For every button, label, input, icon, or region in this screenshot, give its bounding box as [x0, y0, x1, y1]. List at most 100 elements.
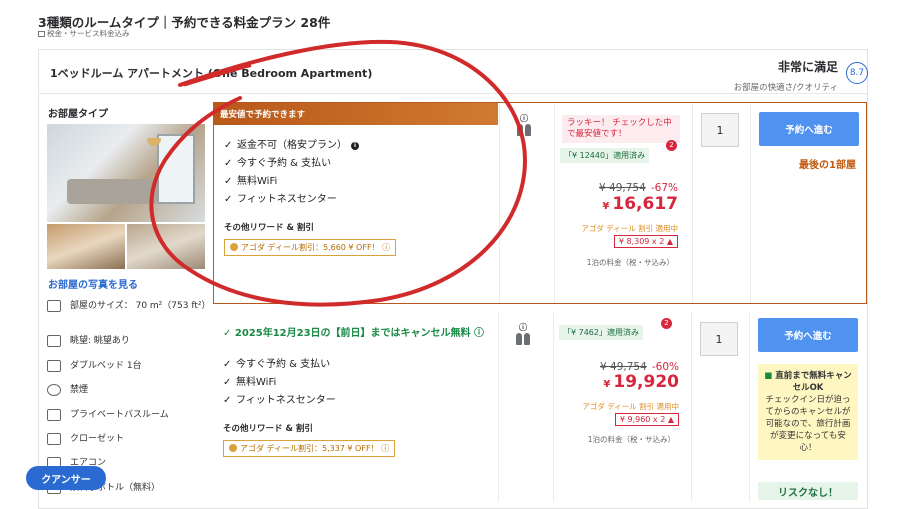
shower-icon: [47, 409, 61, 421]
coin-icon: [229, 444, 237, 452]
room-quantity-select[interactable]: 1: [701, 113, 739, 147]
check-icon: ✓: [224, 176, 233, 187]
info-icon[interactable]: i: [351, 142, 359, 150]
rating-block: 非常に満足 お部屋の快適さ/クオリティ: [734, 58, 838, 94]
feature-item: ✓ フィットネスセンター: [224, 191, 359, 209]
free-cancel-title-text: 直前まで無料キャンセルOK: [775, 371, 852, 393]
room-photo-main[interactable]: [47, 124, 205, 222]
feature-item: ✓ 今すぐ予約 & 支払い: [224, 155, 359, 173]
deal-applied-note: アゴダ ディール 割引 適用中: [581, 224, 678, 233]
room-photo-thumb[interactable]: [47, 224, 125, 269]
coupon-applied[interactable]: 「¥ 12440」適用済み: [560, 148, 650, 163]
concierge-button[interactable]: クアンサー: [26, 466, 106, 490]
free-cancel-body: チェックイン日が迫ってからのキャンセルが可能なので、旅行計画が変更になっても安心…: [765, 395, 851, 453]
original-price-row: ¥ 49,754 -67%: [599, 176, 678, 195]
coupon-count-badge: 2: [666, 140, 677, 151]
tax-note-text: 税金・サービス料金込み: [47, 29, 130, 38]
price-split: ¥ 9,960 x 2 ▲: [614, 413, 679, 426]
sofa-shape: [67, 179, 157, 204]
price-value: 19,920: [613, 372, 679, 392]
coupon-count-badge: 2: [661, 318, 672, 329]
feature-item: ✓ 無料WiFi: [223, 374, 336, 392]
feature-label: フィットネスセンター: [237, 194, 337, 205]
reward-title: その他リワード & 割引: [223, 424, 313, 434]
room-photo-thumb[interactable]: [127, 224, 205, 269]
yen-symbol: ¥: [602, 201, 610, 212]
room-name: 1ベッドルーム アパートメント (One Bedroom Apartment): [50, 67, 373, 80]
room-type-title: お部屋タイプ: [48, 109, 108, 120]
coupon-applied[interactable]: 「¥ 7462」適用済み: [559, 325, 643, 340]
feature-item: ✓ フィットネスセンター: [223, 392, 336, 410]
tax-note: 税金・サービス料金込み: [38, 28, 130, 39]
bed-icon: [47, 360, 61, 372]
amenity-item: プライベートバスルーム: [47, 409, 207, 421]
yen-symbol: ¥: [603, 379, 611, 390]
column-divider: [692, 103, 693, 303]
reward-title: その他リワード & 割引: [224, 223, 314, 233]
column-divider: [553, 312, 554, 502]
book-button[interactable]: 予約へ進む: [758, 318, 858, 352]
coin-icon: [230, 243, 238, 251]
rating-sub: お部屋の快適さ/クオリティ: [733, 83, 838, 93]
amenity-label: プライベートバスルーム: [70, 410, 169, 420]
amenity-label: 禁煙: [70, 385, 89, 395]
feature-item: ✓ 返金不可（格安プラン） i: [224, 137, 359, 155]
amenity-label: クローゼット: [70, 434, 125, 444]
check-icon: ✓: [223, 395, 232, 406]
amenity-item: 部屋のサイズ： 70 m²（753 ft²）: [47, 300, 210, 312]
feature-label: 無料WiFi: [236, 377, 277, 388]
info-icon[interactable]: ⓘ: [516, 113, 532, 124]
per-night-note: 1泊の料金（税・サ込み）: [586, 258, 674, 267]
receipt-icon: [38, 31, 45, 37]
rating-score[interactable]: 8.7: [846, 62, 868, 84]
feature-label: 返金不可（格安プラン）: [237, 140, 347, 151]
agoda-deal-tag[interactable]: アゴダ ディール割引：5,337 ¥ OFF！ ⓘ: [223, 440, 396, 457]
deal-applied-note: アゴダ ディール 割引 適用中: [582, 402, 679, 411]
check-icon: ✓: [224, 140, 233, 151]
check-icon: ✓: [224, 158, 233, 169]
amenity-item: クローゼット: [47, 433, 207, 445]
price-split-text: ¥ 9,960 x 2: [619, 415, 666, 424]
feature-label: 今すぐ予約 & 支払い: [237, 158, 332, 169]
no-risk-badge: リスクなし！: [758, 482, 858, 500]
info-icon[interactable]: ⓘ: [515, 322, 531, 333]
closet-icon: [47, 433, 61, 445]
original-price: ¥ 49,754: [599, 182, 646, 194]
room-quantity-select[interactable]: 1: [700, 322, 738, 356]
agoda-deal-tag[interactable]: アゴダ ディール割引：5,660 ¥ OFF！ ⓘ: [224, 239, 397, 256]
amenity-label: ダブルベッド 1台: [70, 361, 142, 371]
check-icon: ✓: [223, 328, 235, 339]
column-divider: [750, 103, 751, 303]
person-icon: [524, 333, 530, 345]
amenity-item: ダブルベッド 1台: [47, 360, 207, 372]
person-icon: ▲: [666, 237, 673, 246]
price-split: ¥ 8,309 x 2 ▲: [613, 235, 678, 248]
free-cancel-title: ■ 直前まで無料キャンセルOK: [764, 371, 852, 393]
info-icon[interactable]: ⓘ: [474, 328, 484, 339]
agoda-deal-label: アゴダ ディール割引：5,337 ¥ OFF！ ⓘ: [240, 444, 390, 453]
shield-check-icon: ■: [764, 371, 776, 381]
no-smoking-icon: [47, 384, 61, 396]
price-value: 16,617: [612, 194, 678, 214]
amenity-item: 禁煙: [47, 384, 207, 396]
column-divider: [691, 312, 692, 502]
window-icon: [47, 335, 61, 347]
check-icon: ✓: [224, 194, 233, 205]
free-cancellation-line: ✓ 2025年12月23日の【前日】まではキャンセル無料 ⓘ: [223, 327, 493, 340]
person-icon: [516, 333, 522, 345]
price-split-text: ¥ 8,309 x 2: [618, 237, 665, 246]
book-button[interactable]: 予約へ進む: [759, 112, 859, 146]
max-guests: ⓘ: [516, 113, 532, 139]
person-icon: ▲: [667, 415, 674, 424]
view-photos-link[interactable]: お部屋の写真を見る: [48, 276, 138, 291]
amenity-item: 眺望: 眺望あり: [47, 335, 207, 347]
window-shape: [157, 134, 195, 204]
person-icon: [525, 124, 531, 136]
per-night-note: 1泊の料金（税・サ込み）: [587, 435, 675, 444]
feature-list: ✓ 返金不可（格安プラン） i ✓ 今すぐ予約 & 支払い ✓ 無料WiFi ✓ フィット…: [224, 137, 359, 209]
agoda-deal-label: アゴダ ディール割引：5,660 ¥ OFF！ ⓘ: [241, 243, 391, 252]
final-price: ¥16,617: [602, 194, 678, 214]
divider: [38, 93, 868, 94]
column-divider: [498, 312, 499, 502]
lucky-badge: ラッキー！ チェックした中で最安値です！: [562, 115, 680, 143]
